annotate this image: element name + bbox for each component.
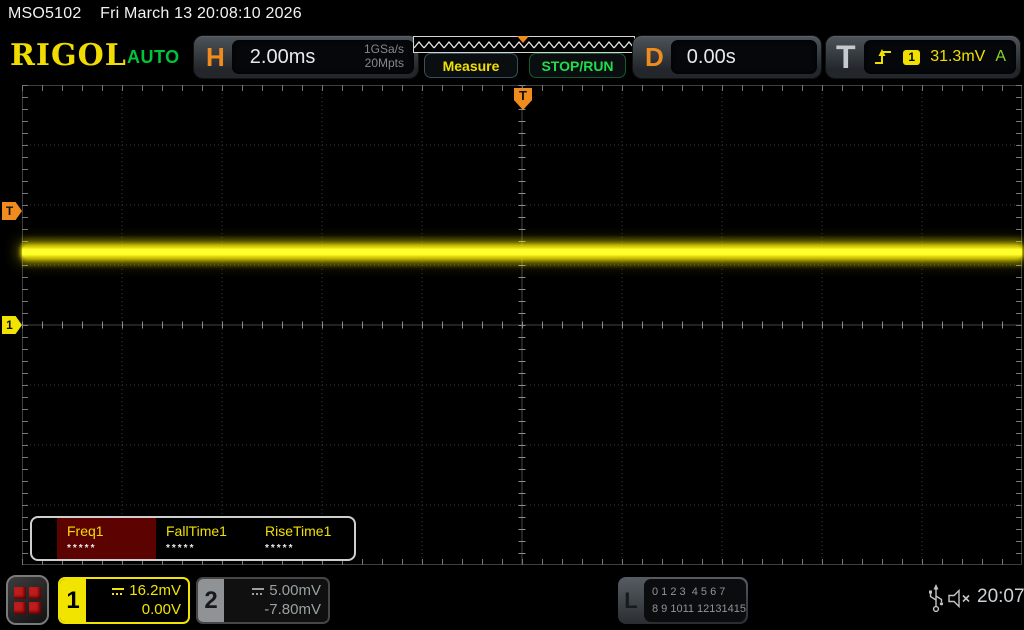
horizontal-label: H [206,42,225,73]
rigol-logo: RIGOL [10,38,127,73]
rising-edge-icon [873,48,893,66]
trigger-sweep-mode: A [995,48,1006,66]
horizontal-values: 2.00ms 1GSa/s 20Mpts [232,40,414,74]
menu-grid-icon [29,587,41,599]
logic-channels-row2: 8 9 1011 12131415 [652,601,746,618]
logic-channel-list: 0 1 2 3 4 5 6 7 8 9 1011 12131415 [644,579,746,622]
status-bar: MSO5102 Fri March 13 20:08:10 2026 [8,5,302,23]
channel1-waveform-trace[interactable] [22,246,1022,258]
trigger-level-value: 31.3mV [930,48,985,66]
channel2-values: 5.00mV -7.80mV [224,579,328,622]
timebase-value: 2.00ms [250,46,316,69]
delay-values: 0.00s [671,40,817,74]
measurement-item-risetime1[interactable]: RiseTime1 ***** [255,518,354,559]
dc-coupling-icon [251,586,265,596]
datetime-text: Fri March 13 20:08:10 2026 [100,5,302,22]
waveform-preview-strip[interactable] [413,36,635,53]
dc-coupling-icon [111,586,125,596]
channel1-scale: 16.2mV [129,582,181,601]
acquisition-info: 1GSa/s 20Mpts [364,43,404,71]
channel1-values: 16.2mV 0.00V [86,579,188,622]
clock-text: 20:07 [977,586,1024,608]
measurement-label: RiseTime1 [265,523,354,539]
channel1-number-tab[interactable]: 1 [60,579,86,622]
delay-value: 0.00s [687,46,736,69]
speaker-muted-icon[interactable] [948,589,973,608]
delay-label: D [645,42,664,73]
measurement-panel: Freq1 ***** FallTime1 ***** RiseTime1 **… [30,516,356,561]
trigger-settings-box[interactable]: T 1 31.3mV A [826,36,1020,78]
logic-channels-row1: 0 1 2 3 4 5 6 7 [652,584,746,601]
model-name: MSO5102 [8,5,81,22]
trigger-label: T [836,39,856,76]
measurement-value: ***** [67,543,156,554]
channel1-status-box[interactable]: 1 16.2mV 0.00V [58,577,190,624]
measurement-label: FallTime1 [166,523,255,539]
acquisition-mode-label: AUTO [127,47,180,68]
preview-trigger-position-icon[interactable] [517,36,529,43]
oscilloscope-screen: MSO5102 Fri March 13 20:08:10 2026 RIGOL… [0,0,1024,630]
sample-rate: 1GSa/s [364,43,404,57]
memory-depth: 20Mpts [364,57,404,71]
measure-button[interactable]: Measure [424,53,518,78]
channel2-number-tab[interactable]: 2 [198,579,224,622]
stop-run-button[interactable]: STOP/RUN [529,53,626,78]
waveform-display [22,85,1022,565]
trigger-level-marker[interactable]: T [2,202,22,220]
trigger-source-badge: 1 [903,50,920,65]
delay-settings-box[interactable]: D 0.00s [633,36,821,78]
menu-grid-button[interactable] [6,575,49,625]
menu-grid-icon [29,602,41,614]
trigger-values: 1 31.3mV A [864,40,1016,74]
logic-analyzer-tab[interactable]: L [618,577,644,624]
channel1-offset-marker[interactable]: 1 [2,316,22,334]
channel1-offset: 0.00V [142,601,181,620]
usb-icon [928,583,944,613]
graticule-grid [22,85,1022,565]
measurement-item-falltime1[interactable]: FallTime1 ***** [156,518,255,559]
measurement-value: ***** [265,543,354,554]
channel2-offset: -7.80mV [264,601,321,620]
measurement-value: ***** [166,543,255,554]
menu-grid-icon [14,602,26,614]
logic-analyzer-status-box[interactable]: L 0 1 2 3 4 5 6 7 8 9 1011 12131415 [618,577,748,624]
channel2-status-box[interactable]: 2 5.00mV -7.80mV [196,577,330,624]
measurement-label: Freq1 [67,523,156,539]
measurement-item-freq1[interactable]: Freq1 ***** [57,518,156,559]
horizontal-settings-box[interactable]: H 2.00ms 1GSa/s 20Mpts [194,36,418,78]
channel2-scale: 5.00mV [269,582,321,601]
menu-grid-icon [14,587,26,599]
